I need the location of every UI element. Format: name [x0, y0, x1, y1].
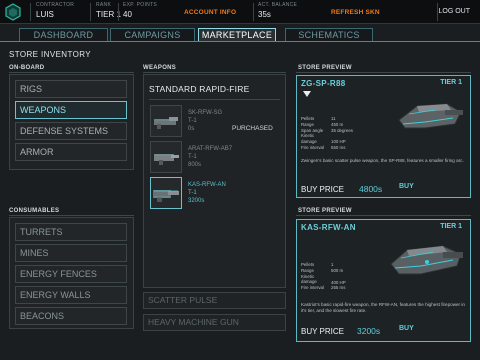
category-heavy-machine-gun[interactable]: HEAVY MACHINE GUN	[143, 314, 286, 331]
buy-price-label: BUY PRICE	[301, 185, 344, 194]
tab-dashboard[interactable]: DASHBOARD	[19, 28, 108, 42]
preview-tier: TIER 1	[440, 79, 462, 86]
nav-item-weapons[interactable]: WEAPONS	[15, 101, 127, 119]
weapon-code: SK-RFW-SG	[188, 110, 223, 116]
store-preview-card: ZG-SP-R88 TIER 1 Pellets 11 Range 450 m Sp…	[296, 75, 471, 198]
stat-value: 100 HP	[331, 139, 346, 145]
purchased-label: PURCHASED	[232, 125, 273, 132]
refresh-skn-button[interactable]: REFRESH SKN	[331, 9, 380, 16]
nav-item-energy-walls[interactable]: ENERGY WALLS	[15, 286, 127, 304]
stat-value: 1	[331, 262, 334, 267]
weapon-code: ARAT-RFW-AB7	[188, 146, 233, 152]
nav-item-turrets[interactable]: TURRETS	[15, 223, 127, 241]
category-scatter-pulse[interactable]: SCATTER PULSE	[143, 292, 286, 309]
stat-value: 11	[331, 116, 336, 121]
weapon-price: 0s	[188, 126, 195, 132]
gun-icon	[154, 117, 178, 129]
weapon-code: KAS-RFW-AN	[188, 182, 226, 188]
nav-item-defense-systems[interactable]: DEFENSE SYSTEMS	[15, 122, 127, 140]
buy-price-label: BUY PRICE	[301, 327, 344, 336]
stat-value: 550 ms	[331, 144, 346, 150]
consumables-list: TURRETS MINES ENERGY FENCES ENERGY WALLS…	[9, 217, 134, 329]
weapon-category-title: STANDARD RAPID-FIRE	[149, 84, 250, 94]
onboard-list: RIGS WEAPONS DEFENSE SYSTEMS ARMOR	[9, 74, 134, 170]
buy-button[interactable]: BUY	[399, 183, 414, 190]
stat-label: Fire interval	[301, 285, 324, 291]
tab-underline	[0, 41, 480, 42]
weapon-model-icon	[390, 245, 463, 275]
consumables-section-title: CONSUMABLES	[9, 208, 60, 214]
divider	[30, 3, 31, 21]
preview-tier: TIER 1	[440, 223, 462, 230]
weapon-thumbnail-selected[interactable]	[150, 177, 182, 209]
divider	[90, 3, 91, 21]
buy-price-value: 4800s	[359, 184, 383, 194]
weapon-tier: T-1	[188, 154, 197, 160]
store-preview-title: STORE PREVIEW	[298, 65, 352, 71]
weapons-section-title: WEAPONS	[143, 65, 177, 71]
preview-description: Kastriot's basic rapid-fire weapon, the …	[301, 302, 465, 313]
weapon-price: 800s	[188, 162, 202, 168]
weapon-thumbnail[interactable]	[150, 141, 182, 173]
nav-item-beacons[interactable]: BEACONS	[15, 307, 127, 325]
stat-value: 400 HP	[331, 279, 346, 285]
preview-stats: Pellets 11 Range 450 m Span angle 35 degree…	[301, 116, 353, 151]
divider	[9, 72, 134, 73]
nav-item-mines[interactable]: MINES	[15, 244, 127, 262]
divider	[253, 3, 254, 21]
tab-schematics[interactable]: SCHEMATICS	[285, 28, 373, 42]
nav-item-energy-fences[interactable]: ENERGY FENCES	[15, 265, 127, 283]
onboard-section-title: ON-BOARD	[9, 65, 45, 71]
divider	[149, 99, 280, 100]
nav-item-armor[interactable]: ARMOR	[15, 143, 127, 161]
stat-value: 35 degrees	[331, 127, 353, 133]
stat-label: Kinetic damage	[301, 133, 317, 145]
exp-field: EXP. POINTS 40	[123, 2, 157, 19]
stat-value: 500 m	[331, 267, 344, 273]
divider	[296, 72, 471, 73]
contractor-label: CONTRACTOR	[36, 2, 75, 8]
store-preview-title: STORE PREVIEW	[298, 208, 352, 214]
contractor-field: CONTRACTOR LUIS	[36, 2, 74, 19]
balance-field: ACT. BALANCE 35s	[258, 2, 297, 19]
contractor-value: LUIS	[36, 10, 54, 19]
preview-stats: Pellets 1 Range 500 m Kinetic damage 400 HP…	[301, 262, 346, 291]
game-logo-icon	[5, 3, 21, 21]
account-info-button[interactable]: ACCOUNT INFO	[184, 9, 236, 16]
tab-marketplace[interactable]: MARKETPLACE	[198, 28, 276, 42]
weapon-thumbnail[interactable]	[150, 105, 182, 137]
divider	[9, 215, 134, 216]
preview-weapon-name: ZG-SP-R88	[301, 79, 346, 88]
main-tabs: DASHBOARD CAMPAIGNS MARKETPLACE SCHEMATI…	[0, 28, 480, 42]
weapon-model-icon	[398, 103, 463, 129]
balance-value: 35s	[258, 10, 271, 19]
balance-label: ACT. BALANCE	[258, 2, 298, 8]
top-bar: CONTRACTOR LUIS RANK TIER 1 EXP. POINTS …	[0, 0, 480, 24]
stat-value: 450 m	[331, 121, 344, 127]
divider	[143, 72, 286, 73]
stat-value: 265 ms	[331, 285, 346, 291]
tab-campaigns[interactable]: CAMPAIGNS	[110, 28, 195, 42]
exp-value: 40	[123, 10, 132, 19]
gun-icon	[153, 190, 179, 202]
nav-item-rigs[interactable]: RIGS	[15, 80, 127, 98]
scatter-pattern-icon	[303, 91, 311, 97]
divider	[118, 3, 119, 21]
buy-price-value: 3200s	[357, 326, 381, 336]
divider	[296, 215, 471, 216]
page-title: STORE INVENTORY	[9, 50, 92, 59]
preview-weapon-name: KAS-RFW-AN	[301, 223, 356, 232]
preview-description: Zwingen's basic scatter pulse weapon, th…	[301, 158, 464, 163]
store-preview-card: KAS-RFW-AN TIER 1 Pellets 1 Range 500 m Ki…	[296, 219, 471, 342]
logout-button[interactable]: LOG OUT	[438, 8, 470, 15]
weapon-tier: T-1	[188, 190, 197, 196]
weapon-tier: T-1	[188, 118, 197, 124]
buy-button[interactable]: BUY	[399, 325, 414, 332]
stat-label: Fire interval	[301, 144, 324, 150]
exp-label: EXP. POINTS	[123, 2, 158, 8]
weapon-price: 3200s	[188, 198, 205, 204]
stat-label: Kinetic damage	[301, 273, 317, 285]
weapons-panel: STANDARD RAPID-FIRE SK-RFW-SG T-1 0s PUR…	[143, 74, 286, 288]
gun-icon	[154, 154, 179, 165]
